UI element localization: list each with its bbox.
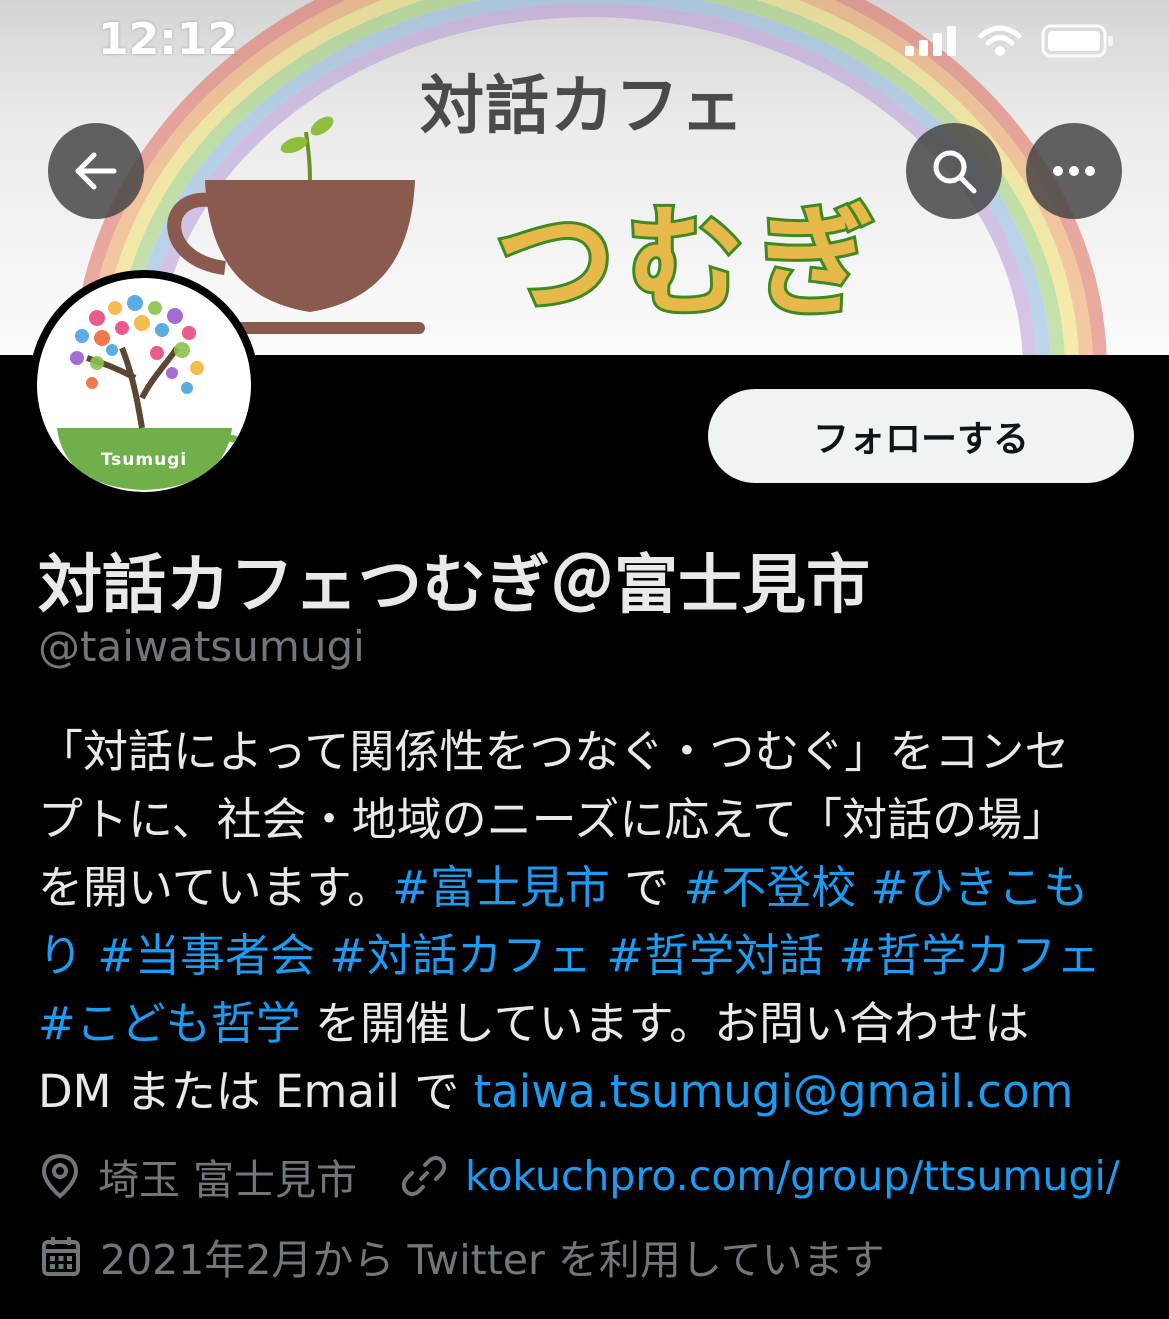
profile-handle: @taiwatsumugi xyxy=(38,622,365,671)
bio-text: 「対話によって関係性をつなぐ・つむぐ」をコンセ xyxy=(38,725,1070,778)
avatar-label: Tsumugi xyxy=(100,450,188,470)
banner-title: 対話カフェ xyxy=(420,70,745,144)
profile-joined-row: 2021年2月から Twitter を利用しています xyxy=(40,1226,885,1286)
profile-avatar[interactable]: Tsumugi xyxy=(29,270,259,500)
bio-text xyxy=(83,929,97,982)
follow-button[interactable]: フォローする xyxy=(708,389,1134,483)
hashtag-link[interactable]: #こども哲学 xyxy=(38,997,301,1050)
battery-icon xyxy=(1041,24,1113,58)
profile-bio: 「対話によって関係性をつなぐ・つむぐ」をコンセ プトに、社会・地域のニーズに応え… xyxy=(38,718,1138,1126)
signal-icon xyxy=(905,26,956,56)
status-time: 12:12 xyxy=(98,14,239,65)
profile-location: 埼玉 富士見市 xyxy=(98,1156,358,1204)
link-icon xyxy=(401,1153,447,1199)
hashtag-link[interactable]: #不登校 xyxy=(683,861,856,914)
display-name: 対話カフェつむぎ＠富士見市 xyxy=(38,549,870,623)
bio-line: #こども哲学 を開催しています。お問い合わせは xyxy=(38,990,1138,1058)
bio-text: を開催しています。お問い合わせは xyxy=(300,997,1030,1050)
bio-line: り #当事者会 #対話カフェ #哲学対話 #哲学カフェ xyxy=(38,922,1138,990)
arrow-left-icon xyxy=(75,152,117,190)
hashtag-link[interactable]: #富士見市 xyxy=(392,861,610,914)
bio-line: プトに、社会・地域のニーズに応えて「対話の場」 xyxy=(38,786,1138,854)
more-button[interactable] xyxy=(1026,123,1122,219)
wifi-icon xyxy=(978,25,1022,46)
email-link[interactable]: taiwa.tsumugi@gmail.com xyxy=(474,1065,1074,1118)
bio-text: を開いています。 xyxy=(38,861,393,914)
bio-text: DM または Email で xyxy=(38,1065,474,1118)
bio-line: を開いています。#富士見市 で #不登校 #ひきこも xyxy=(38,854,1138,922)
back-button[interactable] xyxy=(48,123,144,219)
bio-line: 「対話によって関係性をつなぐ・つむぐ」をコンセ xyxy=(38,718,1138,786)
hashtag-link[interactable]: #哲学カフェ xyxy=(838,929,1101,982)
search-icon xyxy=(933,150,977,194)
bio-text: で xyxy=(609,861,684,914)
bio-line: DM または Email で taiwa.tsumugi@gmail.com xyxy=(38,1058,1138,1126)
profile-joined-date: 2021年2月から Twitter を利用しています xyxy=(100,1236,885,1284)
hashtag-link[interactable]: #哲学対話 xyxy=(606,929,824,982)
more-horizontal-icon xyxy=(1053,166,1095,176)
bio-text xyxy=(856,861,870,914)
location-pin-icon xyxy=(40,1153,80,1199)
calendar-icon xyxy=(40,1234,82,1278)
profile-meta-row: 埼玉 富士見市 kokuchpro.com/group/ttsumugi/ xyxy=(40,1146,1120,1206)
hashtag-link[interactable]: #対話カフェ xyxy=(329,929,592,982)
hashtag-link[interactable]: #ひきこも xyxy=(871,861,1089,914)
banner-subtitle: つむぎ xyxy=(492,191,885,336)
search-button[interactable] xyxy=(906,123,1002,219)
hashtag-link[interactable]: り xyxy=(38,929,83,982)
bio-text xyxy=(315,929,329,982)
status-icons xyxy=(905,22,1125,66)
hashtag-link[interactable]: #当事者会 xyxy=(97,929,315,982)
bio-text xyxy=(824,929,838,982)
bio-text xyxy=(592,929,606,982)
bio-text: プトに、社会・地域のニーズに応えて「対話の場」 xyxy=(38,793,1068,846)
avatar-image: Tsumugi xyxy=(37,278,251,492)
profile-website-link[interactable]: kokuchpro.com/group/ttsumugi/ xyxy=(465,1152,1120,1200)
status-indicator-icons xyxy=(905,24,1113,58)
